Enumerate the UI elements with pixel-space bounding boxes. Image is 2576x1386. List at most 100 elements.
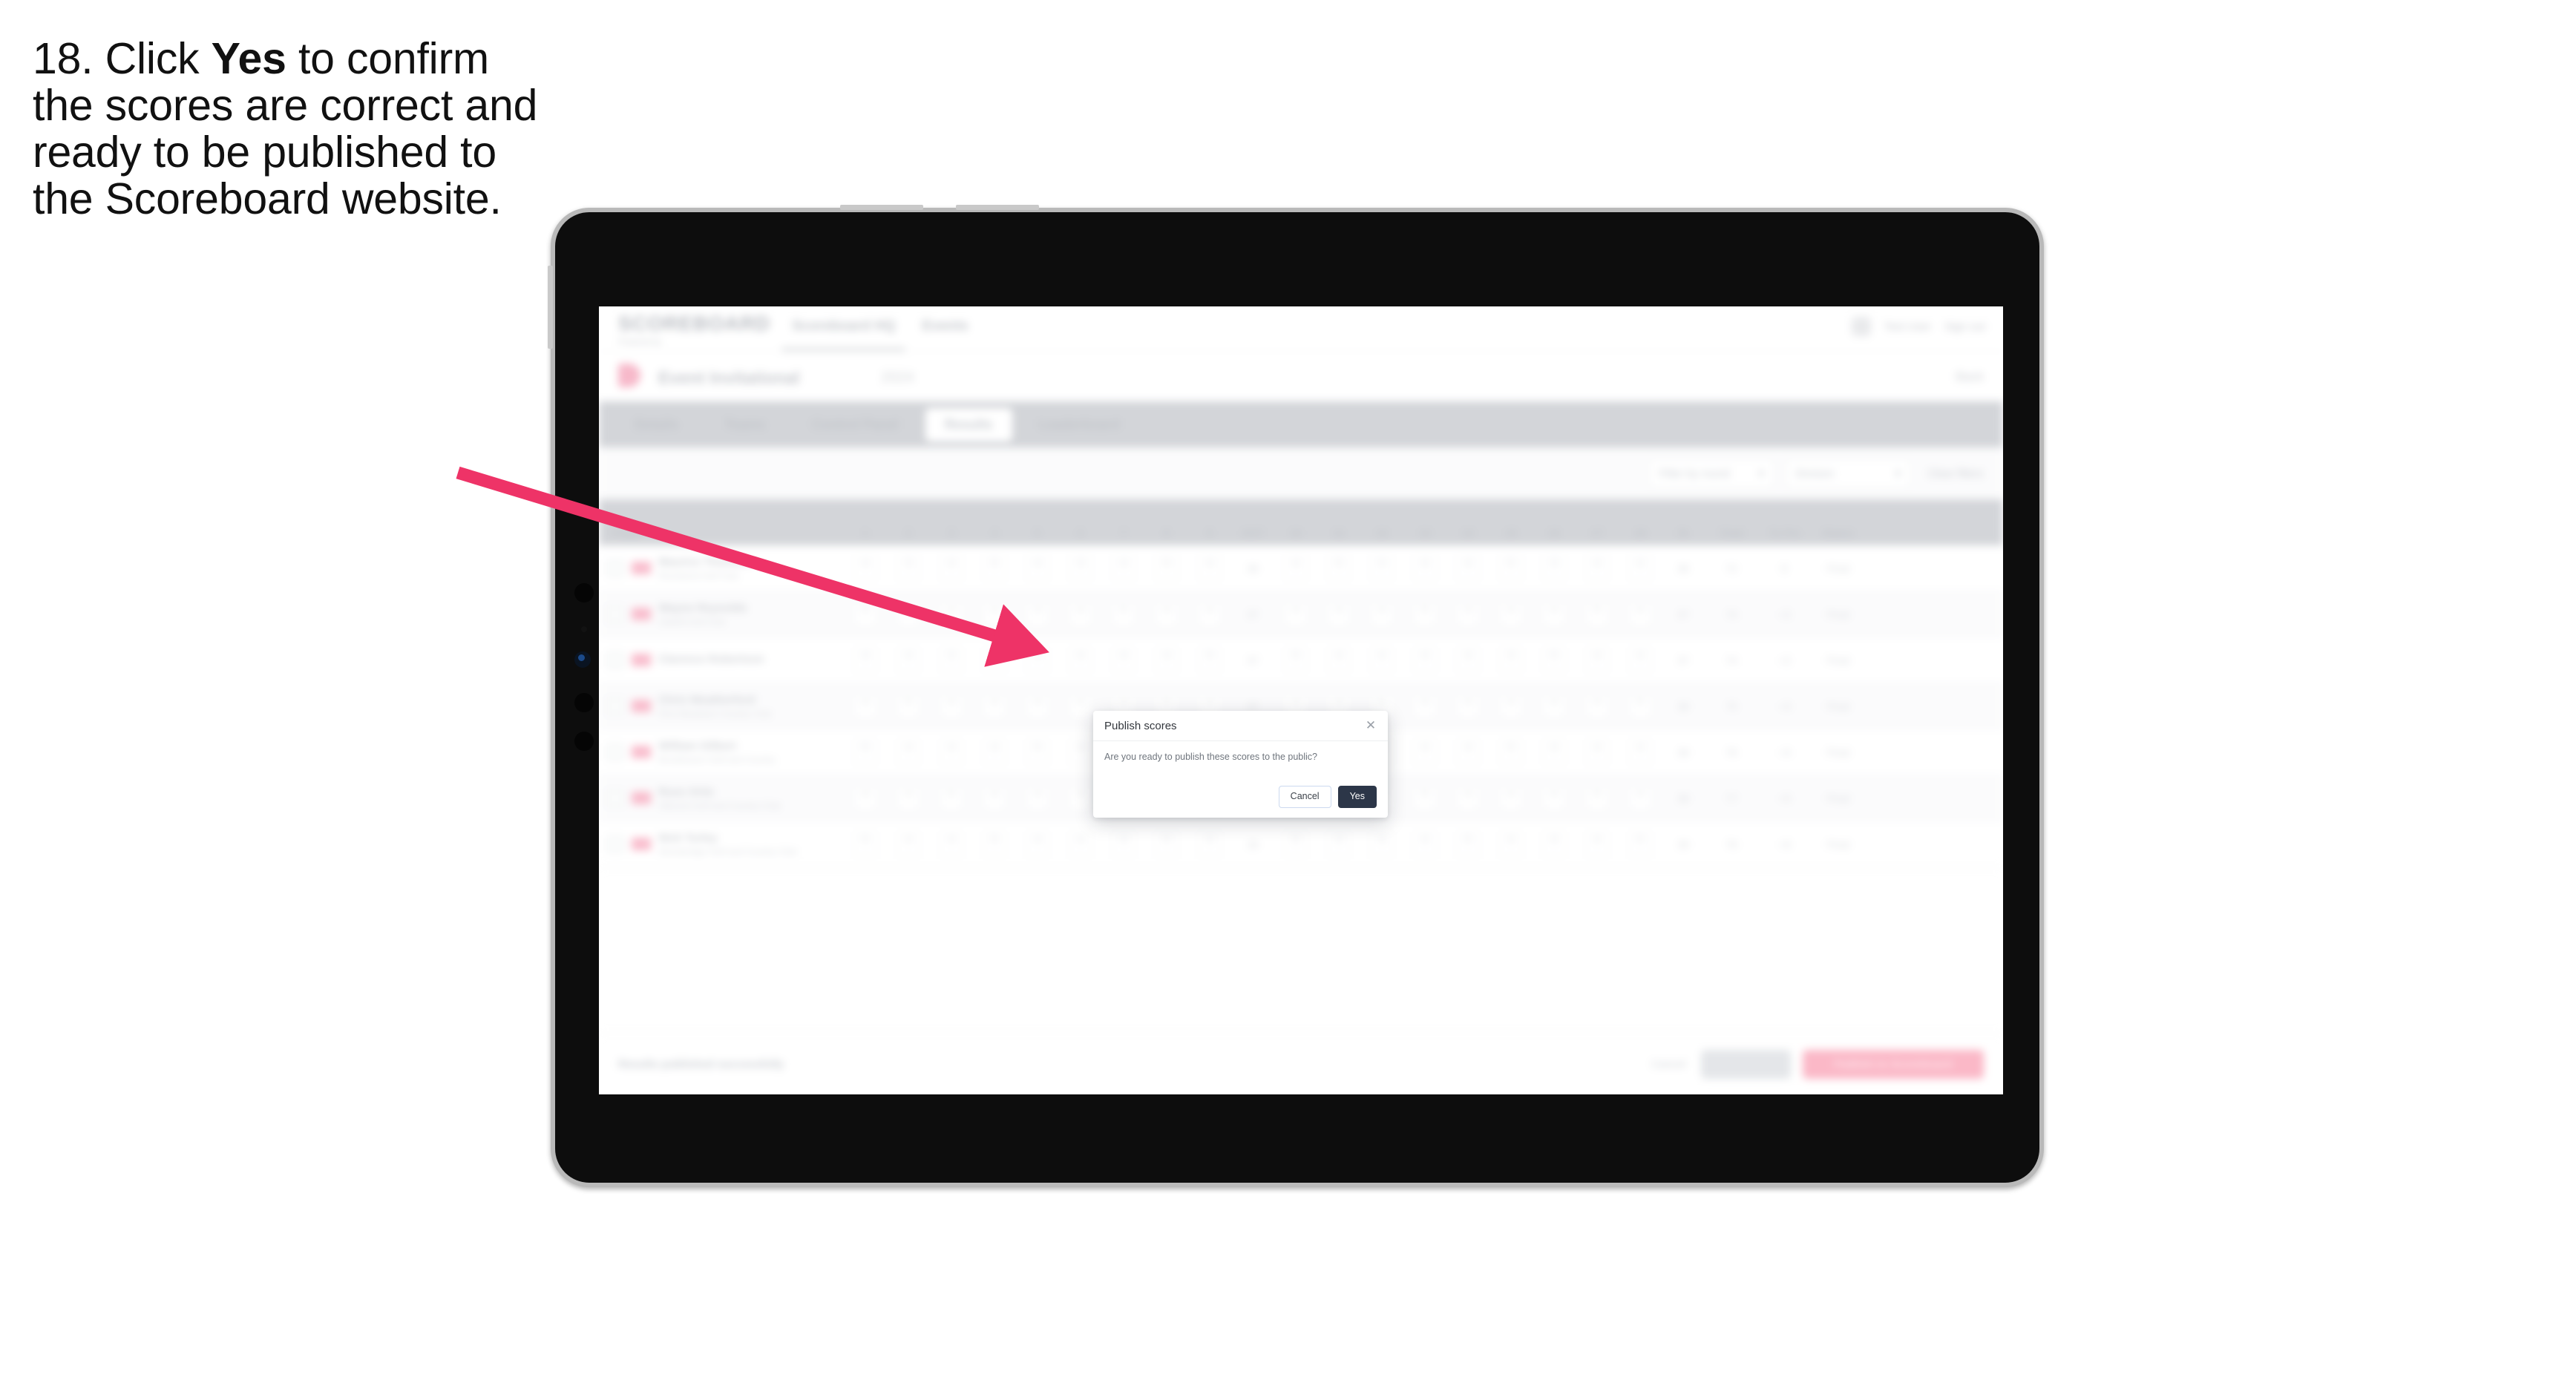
table-cell[interactable]: 4: [1317, 832, 1360, 856]
score-input[interactable]: 4: [897, 786, 920, 810]
app-logo[interactable]: SCOREBOARD Powered by: [618, 312, 770, 346]
score-input[interactable]: 5: [1328, 556, 1350, 580]
table-cell[interactable]: 5: [1576, 786, 1619, 810]
score-input[interactable]: 4: [940, 694, 963, 718]
table-cell[interactable]: 4: [1059, 648, 1102, 672]
score-input[interactable]: 3: [940, 648, 963, 672]
table-cell[interactable]: 5: [1619, 694, 1662, 718]
score-input[interactable]: 4: [1586, 832, 1608, 856]
table-cell[interactable]: 5: [1533, 648, 1576, 672]
row-checkbox[interactable]: [606, 605, 624, 623]
score-input[interactable]: 5: [1156, 832, 1178, 856]
table-cell[interactable]: 4: [1576, 648, 1619, 672]
score-input[interactable]: 4: [1414, 832, 1436, 856]
row-checkbox[interactable]: [606, 835, 624, 853]
table-cell[interactable]: 77: [1705, 792, 1758, 804]
table-cell[interactable]: 3: [1360, 556, 1403, 580]
table-cell[interactable]: 5: [1446, 832, 1489, 856]
table-cell[interactable]: 4: [973, 602, 1016, 626]
table-cell[interactable]: Final: [1812, 608, 1865, 620]
score-input[interactable]: 4: [1586, 740, 1608, 764]
table-cell[interactable]: 78: [1705, 838, 1758, 850]
table-cell[interactable]: 5: [1016, 740, 1059, 764]
score-input[interactable]: 4: [940, 602, 963, 626]
score-input[interactable]: 4: [1285, 556, 1307, 580]
score-input[interactable]: 3: [1500, 648, 1522, 672]
table-cell[interactable]: 4: [973, 694, 1016, 718]
table-row[interactable]: Wayne Reynolds Oakhill Golf Club 5 4 4 4 3 4 5 4 4…: [599, 591, 2003, 637]
score-input[interactable]: 4: [1026, 694, 1049, 718]
score-input[interactable]: 5: [983, 832, 1006, 856]
score-input[interactable]: 4: [1069, 832, 1092, 856]
score-input[interactable]: 4: [1112, 832, 1135, 856]
score-input[interactable]: 4: [1457, 786, 1479, 810]
score-input[interactable]: 4: [1629, 602, 1651, 626]
table-cell[interactable]: 3: [1059, 556, 1102, 580]
table-cell[interactable]: 5: [1145, 556, 1188, 580]
table-cell[interactable]: 4: [1403, 694, 1446, 718]
score-input[interactable]: 4: [1500, 832, 1522, 856]
save-all-button[interactable]: Save all: [1700, 1050, 1791, 1079]
table-cell[interactable]: 3: [930, 648, 973, 672]
table-cell[interactable]: 3: [1446, 602, 1489, 626]
table-cell[interactable]: 36: [1662, 562, 1705, 574]
table-cell[interactable]: Final: [1812, 700, 1865, 712]
table-cell[interactable]: 4: [1533, 740, 1576, 764]
score-input[interactable]: 5: [1414, 786, 1436, 810]
score-input[interactable]: 4: [1543, 740, 1565, 764]
table-cell[interactable]: 4: [887, 648, 930, 672]
table-cell[interactable]: 4: [1533, 786, 1576, 810]
score-input[interactable]: 4: [1629, 648, 1651, 672]
score-input[interactable]: 5: [940, 786, 963, 810]
score-input[interactable]: 4: [1543, 786, 1565, 810]
table-cell[interactable]: 5: [844, 602, 887, 626]
table-cell[interactable]: 4: [1619, 648, 1662, 672]
nav-tab-events[interactable]: Events: [922, 318, 968, 335]
score-input[interactable]: 4: [940, 832, 963, 856]
table-row[interactable]: Nick Turley Stonebridge Golf and Country …: [599, 821, 2003, 867]
score-input[interactable]: 4: [1414, 694, 1436, 718]
table-cell[interactable]: +6: [1758, 838, 1812, 850]
score-input[interactable]: 4: [1457, 694, 1479, 718]
table-cell[interactable]: Final: [1812, 654, 1865, 666]
filter-division-select[interactable]: Division ▾: [1785, 459, 1912, 488]
table-cell[interactable]: 4: [1059, 832, 1102, 856]
volume-up-button[interactable]: [840, 205, 923, 210]
table-cell[interactable]: 5: [1489, 556, 1533, 580]
table-cell[interactable]: 4: [1403, 648, 1446, 672]
table-cell[interactable]: 3: [1489, 648, 1533, 672]
score-input[interactable]: 4: [1069, 786, 1092, 810]
table-cell[interactable]: 4: [1317, 648, 1360, 672]
table-cell[interactable]: 37: [1662, 654, 1705, 666]
score-input[interactable]: 4: [1285, 602, 1307, 626]
score-input[interactable]: 4: [1328, 648, 1350, 672]
table-cell[interactable]: 4: [1274, 602, 1317, 626]
table-cell[interactable]: 4: [1619, 786, 1662, 810]
table-cell[interactable]: 4: [1619, 740, 1662, 764]
event-back-link[interactable]: Back: [1956, 370, 1984, 384]
table-cell[interactable]: 36: [1231, 562, 1274, 574]
table-cell[interactable]: 4: [930, 740, 973, 764]
table-cell[interactable]: 3: [887, 556, 930, 580]
table-cell[interactable]: 4: [1619, 556, 1662, 580]
table-cell[interactable]: 4: [1489, 832, 1533, 856]
table-cell[interactable]: 4: [973, 786, 1016, 810]
row-checkbox[interactable]: [606, 743, 624, 761]
table-cell[interactable]: 3: [1533, 556, 1576, 580]
score-input[interactable]: 5: [854, 740, 876, 764]
filter-round-select[interactable]: Filter by round ▾: [1648, 459, 1775, 488]
table-cell[interactable]: 38: [1662, 700, 1705, 712]
volume-down-button[interactable]: [956, 205, 1039, 210]
table-cell[interactable]: 4: [1576, 740, 1619, 764]
table-cell[interactable]: 4: [973, 740, 1016, 764]
table-cell[interactable]: 4: [1403, 556, 1446, 580]
table-cell[interactable]: +3: [1758, 700, 1812, 712]
table-cell[interactable]: 5: [1188, 648, 1231, 672]
table-cell[interactable]: 4: [1016, 694, 1059, 718]
score-input[interactable]: 4: [1069, 694, 1092, 718]
table-cell[interactable]: +5: [1758, 792, 1812, 804]
score-input[interactable]: 5: [1285, 832, 1307, 856]
score-input[interactable]: 5: [1199, 648, 1221, 672]
table-cell[interactable]: 4: [1016, 832, 1059, 856]
score-input[interactable]: 4: [1586, 648, 1608, 672]
